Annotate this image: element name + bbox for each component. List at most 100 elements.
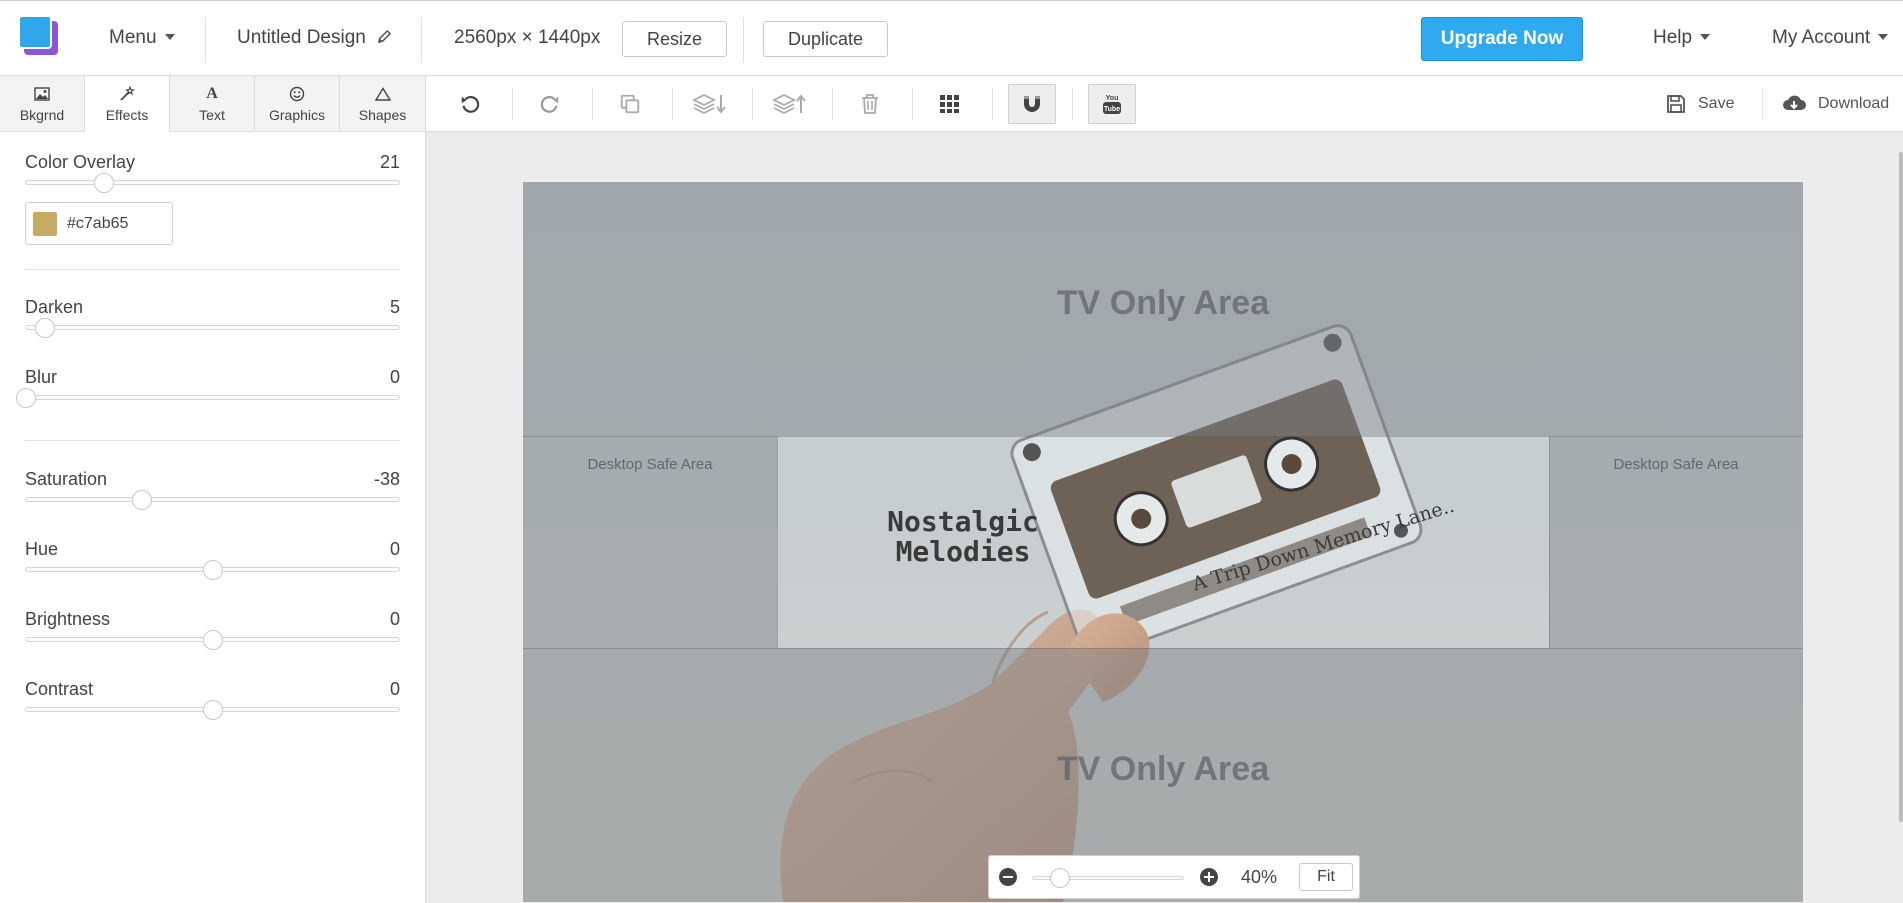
- pencil-icon: [377, 29, 392, 44]
- youtube-preview-button[interactable]: You Tube: [1088, 84, 1136, 124]
- tab-graphics[interactable]: Graphics: [255, 76, 340, 132]
- color-hex-value: #c7ab65: [67, 215, 129, 232]
- resize-button[interactable]: Resize: [622, 21, 728, 57]
- toolbar-divider: [1072, 88, 1073, 120]
- send-backward-button[interactable]: [686, 84, 734, 124]
- color-swatch[interactable]: [33, 212, 57, 236]
- desktop-safe-area-label: Desktop Safe Area: [1613, 456, 1739, 473]
- color-overlay-slider[interactable]: [25, 173, 400, 193]
- duplicate-icon: [620, 94, 640, 114]
- slider-thumb[interactable]: [202, 700, 223, 720]
- trash-icon: [862, 94, 878, 114]
- hue-label: Hue: [25, 539, 59, 559]
- app-logo[interactable]: [18, 15, 60, 57]
- zoom-slider-thumb[interactable]: [1050, 868, 1070, 888]
- delete-button[interactable]: [846, 84, 894, 124]
- saturation-control: Saturation -38: [25, 469, 400, 510]
- color-overlay-value: 21: [379, 152, 400, 172]
- title-line: Nostalgic: [887, 505, 1039, 538]
- zoom-level: 40%: [1241, 867, 1278, 887]
- triangle-icon: [374, 85, 391, 103]
- svg-text:You: You: [1106, 95, 1119, 102]
- account-label: My Account: [1772, 27, 1871, 48]
- brightness-slider[interactable]: [25, 630, 400, 650]
- redo-button[interactable]: [526, 84, 574, 124]
- tab-effects[interactable]: Effects: [85, 76, 170, 132]
- saturation-value: -38: [373, 469, 400, 489]
- magnet-icon: [1024, 96, 1040, 112]
- blur-slider[interactable]: [16, 388, 400, 408]
- menu-dropdown[interactable]: Menu: [109, 27, 175, 49]
- color-overlay-label: Color Overlay: [25, 152, 136, 172]
- tab-text[interactable]: A Text: [170, 76, 255, 132]
- tab-label: Bkgrnd: [19, 106, 65, 123]
- zoom-in-icon[interactable]: [1200, 868, 1218, 886]
- toolbar-divider: [992, 88, 993, 120]
- contrast-slider[interactable]: [25, 700, 400, 720]
- saturation-slider[interactable]: [25, 490, 400, 510]
- hue-slider[interactable]: [25, 560, 400, 580]
- safe-area-guide: [523, 436, 1803, 437]
- top-bar: Menu Untitled Design 2560px × 1440px Res…: [0, 0, 1903, 76]
- slider-thumb[interactable]: [202, 630, 223, 650]
- download-label: Download: [1818, 95, 1890, 112]
- darken-label: Darken: [25, 297, 84, 317]
- design-canvas[interactable]: TV Only Area TV Only Area Desktop Safe A…: [523, 182, 1803, 902]
- redo-icon: [540, 96, 559, 113]
- design-name[interactable]: Untitled Design: [237, 27, 392, 49]
- magic-wand-icon: [119, 85, 135, 103]
- grid-button[interactable]: [926, 84, 974, 124]
- toolbar-divider: [672, 88, 673, 120]
- desktop-safe-area-label: Desktop Safe Area: [587, 456, 713, 473]
- smiley-icon: [289, 85, 305, 103]
- toolbar-divider: [512, 88, 513, 120]
- zoom-out-icon[interactable]: [999, 868, 1017, 886]
- design-name-text: Untitled Design: [237, 27, 366, 48]
- slider-thumb[interactable]: [202, 560, 223, 580]
- grid-icon: [940, 95, 959, 113]
- section-divider: [25, 269, 400, 270]
- darken-slider[interactable]: [25, 318, 400, 338]
- floppy-disk-icon: [1667, 95, 1685, 113]
- bring-forward-button[interactable]: [766, 84, 814, 124]
- chevron-down-icon: [1700, 34, 1711, 40]
- duplicate-button[interactable]: Duplicate: [763, 21, 889, 57]
- slider-thumb[interactable]: [131, 490, 152, 510]
- youtube-icon: You Tube: [1103, 95, 1121, 114]
- snap-button[interactable]: [1008, 84, 1056, 124]
- upgrade-now-button[interactable]: Upgrade Now: [1421, 17, 1583, 61]
- undo-button[interactable]: [446, 84, 494, 124]
- brightness-label: Brightness: [25, 609, 111, 629]
- tab-bkgrnd[interactable]: Bkgrnd: [0, 76, 85, 132]
- darken-value: 5: [389, 297, 400, 317]
- design-title-text[interactable]: Nostalgic Melodies: [863, 507, 1063, 567]
- account-dropdown[interactable]: My Account: [1772, 27, 1889, 49]
- fit-button[interactable]: Fit: [1299, 863, 1353, 891]
- help-label: Help: [1653, 27, 1693, 48]
- slider-thumb[interactable]: [16, 388, 36, 408]
- send-backward-icon: [692, 93, 726, 115]
- text-icon: A: [206, 84, 218, 102]
- vertical-scrollbar[interactable]: [1899, 152, 1903, 822]
- hue-control: Hue 0: [25, 539, 400, 580]
- slider-thumb[interactable]: [34, 318, 55, 338]
- slider-thumb[interactable]: [94, 173, 115, 193]
- safe-area-guide: [523, 648, 1803, 649]
- zoom-slider[interactable]: [1032, 868, 1184, 888]
- zoom-controls: 40% Fit: [988, 855, 1360, 899]
- header-divider: [743, 17, 744, 63]
- save-button[interactable]: Save: [1666, 92, 1734, 116]
- blur-control: Blur 0: [16, 367, 400, 408]
- copy-element-button[interactable]: [606, 84, 654, 124]
- help-dropdown[interactable]: Help: [1653, 27, 1711, 49]
- toolbar-divider: [832, 88, 833, 120]
- canvas-size: 2560px × 1440px: [454, 27, 601, 48]
- tab-shapes[interactable]: Shapes: [340, 76, 425, 132]
- overlay-color-picker[interactable]: #c7ab65: [25, 202, 173, 245]
- download-button[interactable]: Download: [1782, 92, 1889, 116]
- cloud-download-icon: [1783, 95, 1806, 110]
- canvas-workspace: TV Only Area TV Only Area Desktop Safe A…: [426, 132, 1903, 903]
- header-divider: [421, 17, 422, 63]
- tv-only-area-label: TV Only Area: [1056, 750, 1270, 788]
- chevron-down-icon: [1878, 34, 1889, 40]
